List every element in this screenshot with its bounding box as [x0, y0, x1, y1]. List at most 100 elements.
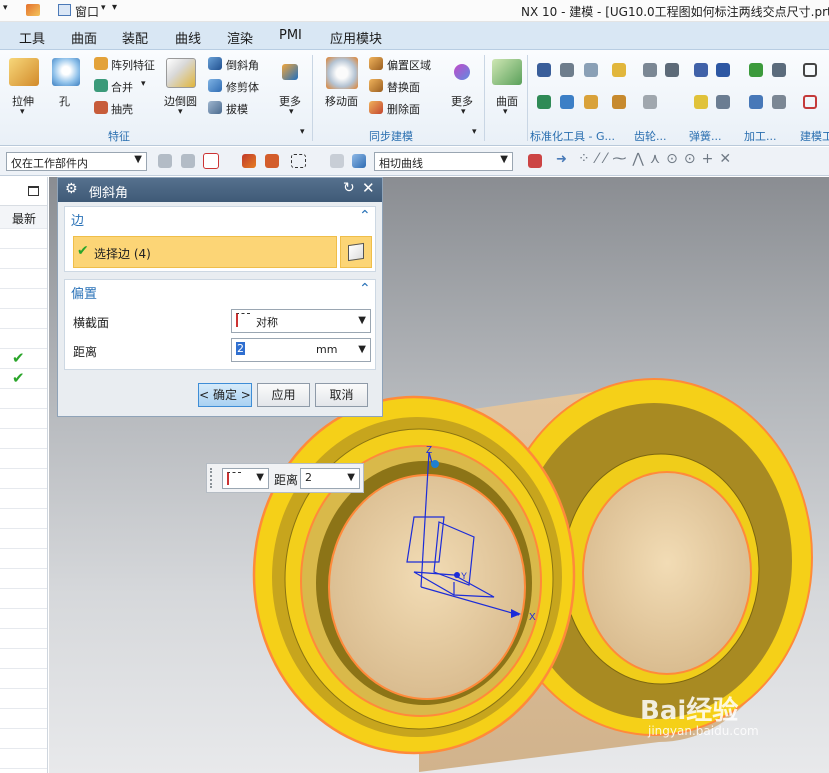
selection-scope-select[interactable]: 仅在工作部件内 ▼: [6, 152, 147, 171]
list-item[interactable]: [0, 529, 47, 549]
gear-tool-icon-1[interactable]: [643, 63, 657, 77]
more-sync-icon[interactable]: [454, 64, 470, 80]
cross-icon[interactable]: [265, 154, 279, 168]
shell-label[interactable]: 抽壳: [111, 101, 133, 117]
unite-chevron-icon[interactable]: ▾: [141, 79, 146, 89]
collapse-icon[interactable]: ⌃: [359, 208, 371, 224]
dialog-titlebar[interactable]: ⚙ 倒斜角 ↻ ✕: [58, 178, 382, 202]
apply-button[interactable]: 应用: [257, 383, 310, 407]
std-tool-icon-3[interactable]: [584, 63, 598, 77]
list-item[interactable]: [0, 509, 47, 529]
distance-value[interactable]: 2: [236, 342, 245, 355]
list-item[interactable]: [0, 229, 47, 249]
draft-label[interactable]: 拔模: [226, 101, 248, 117]
list-item[interactable]: [0, 469, 47, 489]
menu-tools[interactable]: 工具: [19, 28, 45, 47]
build-tool-icon-1[interactable]: [803, 63, 817, 77]
arrow-right-icon[interactable]: ➜: [556, 152, 567, 167]
cross-section-mini-select[interactable]: ▼: [222, 468, 269, 489]
hole-icon[interactable]: [52, 58, 80, 86]
list-item[interactable]: [0, 569, 47, 589]
curve-rule-select[interactable]: 相切曲线 ▼: [374, 152, 513, 171]
list-item[interactable]: [0, 649, 47, 669]
list-item[interactable]: [0, 749, 47, 769]
snap-tool-icons[interactable]: ⁘⁄⁄⁓⋀⋏⊙⊙+✕: [578, 151, 737, 167]
deselect-icon[interactable]: [330, 154, 344, 168]
sync-group-expander-icon[interactable]: ▾: [472, 127, 477, 137]
filter-icon-1[interactable]: [158, 154, 172, 168]
unite-icon[interactable]: [94, 79, 108, 92]
std-tool-icon-4[interactable]: [612, 63, 626, 77]
list-item[interactable]: [0, 549, 47, 569]
gear-icon[interactable]: ⚙: [65, 181, 78, 197]
pattern-feature-label[interactable]: 阵列特征: [111, 57, 155, 73]
snap-point-icon[interactable]: [203, 153, 219, 169]
shell-icon[interactable]: [94, 101, 108, 114]
ok-button[interactable]: < 确定 >: [198, 383, 252, 407]
delete-face-icon[interactable]: [369, 101, 383, 114]
window-menu-chevron-icon[interactable]: ▾: [101, 3, 106, 13]
list-item[interactable]: [0, 329, 47, 349]
distance-unit[interactable]: mm: [316, 343, 337, 356]
list-item[interactable]: [0, 689, 47, 709]
menu-applications[interactable]: 应用模块: [330, 28, 382, 47]
close-icon[interactable]: ✕: [362, 179, 375, 197]
list-item[interactable]: [0, 609, 47, 629]
edge-section-title[interactable]: 边: [71, 210, 84, 229]
gear-tool-icon-2[interactable]: [665, 63, 679, 77]
reset-icon[interactable]: ↻: [343, 180, 355, 196]
list-item[interactable]: ✔: [0, 349, 47, 369]
list-item[interactable]: [0, 309, 47, 329]
list-item[interactable]: [0, 389, 47, 409]
menu-surface[interactable]: 曲面: [71, 28, 97, 47]
std-tool-icon-8[interactable]: [612, 95, 626, 109]
pattern-feature-icon[interactable]: [94, 57, 108, 70]
delete-face-label[interactable]: 删除面: [387, 101, 420, 117]
select-edge-row[interactable]: ✔ 选择边 (4): [73, 236, 337, 268]
list-item[interactable]: [0, 289, 47, 309]
trim-body-label[interactable]: 修剪体: [226, 79, 259, 95]
snap-tool-icon-1[interactable]: [528, 154, 542, 168]
list-item[interactable]: [0, 709, 47, 729]
std-tool-icon-5[interactable]: [537, 95, 551, 109]
filter-icon-2[interactable]: [181, 154, 195, 168]
list-item[interactable]: [0, 429, 47, 449]
menu-render[interactable]: 渲染: [227, 28, 253, 47]
std-tool-icon-6[interactable]: [560, 95, 574, 109]
column-header-latest[interactable]: 最新: [12, 210, 36, 227]
mini-distance-value[interactable]: 2: [305, 471, 312, 484]
rectangle-select-icon[interactable]: [291, 154, 306, 168]
machining-tool-icon-4[interactable]: [772, 95, 786, 109]
chamfer-label[interactable]: 倒斜角: [226, 57, 259, 73]
edit-tool-icon[interactable]: [26, 4, 40, 16]
spring-tool-icon-1[interactable]: [694, 63, 708, 77]
list-item[interactable]: [0, 449, 47, 469]
offset-region-icon[interactable]: [369, 57, 383, 70]
machining-tool-icon-3[interactable]: [749, 95, 763, 109]
chamfer-icon[interactable]: [208, 57, 222, 70]
list-item[interactable]: [0, 409, 47, 429]
edge-select-button[interactable]: [340, 236, 372, 268]
std-tool-icon-1[interactable]: [537, 63, 551, 77]
cancel-button[interactable]: 取消: [315, 383, 368, 407]
quick-access-dropdown-icon[interactable]: ▾: [3, 3, 8, 13]
machining-tool-icon-2[interactable]: [772, 63, 786, 77]
menu-pmi[interactable]: PMI: [279, 28, 302, 43]
build-tool-icon-2[interactable]: [803, 95, 817, 109]
edge-blend-icon[interactable]: [166, 58, 196, 88]
menu-assembly[interactable]: 装配: [122, 28, 148, 47]
unite-label[interactable]: 合并: [111, 79, 133, 95]
window-menu-label[interactable]: 窗口: [75, 3, 99, 20]
list-item[interactable]: [0, 669, 47, 689]
extrude-icon[interactable]: [9, 58, 39, 86]
move-face-label[interactable]: 移动面: [325, 93, 358, 109]
distance-input[interactable]: 2 mm ▼: [231, 338, 371, 362]
list-item[interactable]: [0, 589, 47, 609]
list-item[interactable]: [0, 249, 47, 269]
spring-tool-icon-4[interactable]: [716, 95, 730, 109]
hole-label[interactable]: 孔: [59, 93, 70, 109]
list-item[interactable]: [0, 269, 47, 289]
replace-face-label[interactable]: 替换面: [387, 79, 420, 95]
window-menu-icon[interactable]: [58, 4, 71, 16]
intersect-icon[interactable]: [242, 154, 256, 168]
